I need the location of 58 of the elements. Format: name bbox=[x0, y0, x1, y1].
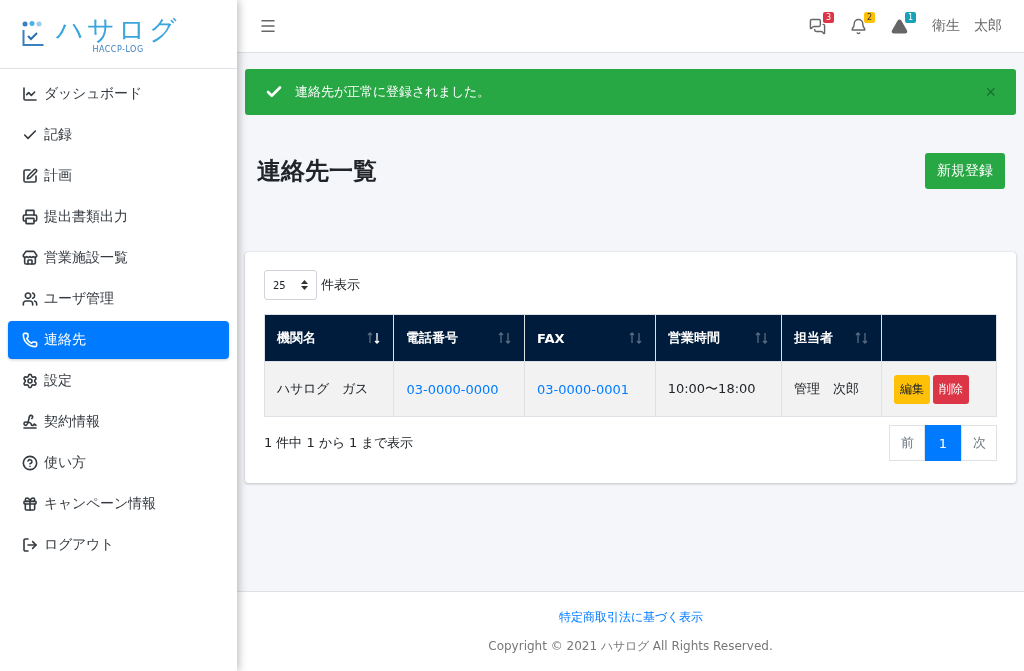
legal-link[interactable]: 特定商取引法に基づく表示 bbox=[558, 608, 703, 626]
user-name[interactable]: 衛生 太郎 bbox=[932, 17, 1002, 35]
count-badge: 3 bbox=[822, 11, 834, 23]
sidebar-item[interactable]: ユーザ管理 bbox=[8, 280, 229, 318]
table-info: 1 件中 1 から 1 まで表示 bbox=[264, 434, 414, 452]
store-icon bbox=[22, 250, 38, 266]
gift-icon bbox=[22, 496, 38, 512]
brand-subtitle: HACCP-LOG bbox=[92, 44, 144, 54]
table-cell: 10:00〜18:00 bbox=[655, 361, 782, 417]
column-header[interactable]: 営業時間 bbox=[655, 314, 782, 362]
sidebar-item[interactable]: ダッシュボード bbox=[8, 75, 229, 113]
chart-icon bbox=[22, 86, 38, 102]
sidebar-item[interactable]: 使い方 bbox=[8, 444, 229, 482]
page-link[interactable]: 1 bbox=[925, 425, 961, 461]
caret-icon bbox=[301, 280, 308, 290]
delete-button[interactable]: 削除 bbox=[933, 374, 970, 404]
bell-icon[interactable] bbox=[850, 17, 867, 35]
signature-icon bbox=[22, 414, 38, 430]
table-cell: 管理 次郎 bbox=[781, 361, 882, 417]
page-link[interactable]: 前 bbox=[889, 425, 925, 461]
table-cell: ハサログ ガス bbox=[264, 361, 394, 417]
chat-icon[interactable] bbox=[809, 17, 826, 35]
logout-icon bbox=[22, 537, 38, 553]
column-header[interactable]: 電話番号 bbox=[393, 314, 525, 362]
logo-icon bbox=[22, 21, 46, 47]
edit-icon bbox=[22, 168, 38, 184]
help-icon bbox=[22, 455, 38, 471]
sidebar-item[interactable]: ログアウト bbox=[8, 526, 229, 564]
column-header[interactable]: FAX bbox=[524, 314, 656, 362]
count-badge: 2 bbox=[863, 11, 875, 23]
column-header[interactable]: 機関名 bbox=[264, 314, 394, 362]
users-icon bbox=[22, 291, 38, 307]
phone-link[interactable]: 03-0000-0000 bbox=[406, 381, 499, 397]
settings-icon bbox=[22, 373, 38, 389]
alert-message: 連絡先が正常に登録されました。 bbox=[295, 83, 491, 101]
sidebar-item[interactable]: 記録 bbox=[8, 116, 229, 154]
column-header[interactable]: 担当者 bbox=[781, 314, 882, 362]
printer-icon bbox=[22, 209, 38, 225]
page-link[interactable]: 次 bbox=[961, 425, 997, 461]
edit-button[interactable]: 編集 bbox=[894, 374, 931, 404]
sidebar-item[interactable]: 計画 bbox=[8, 157, 229, 195]
page-title: 連絡先一覧 bbox=[257, 155, 377, 187]
menu-icon[interactable] bbox=[259, 17, 277, 35]
phone-icon bbox=[22, 332, 38, 348]
sidebar-item[interactable]: 提出書類出力 bbox=[8, 198, 229, 236]
warning-icon[interactable] bbox=[891, 17, 908, 35]
sidebar-item[interactable]: 契約情報 bbox=[8, 403, 229, 441]
phone-link[interactable]: 03-0000-0001 bbox=[537, 381, 630, 397]
count-badge: 1 bbox=[904, 11, 916, 23]
sidebar-item[interactable]: 連絡先 bbox=[8, 321, 229, 359]
sort-icon[interactable] bbox=[367, 332, 382, 344]
page-size-label: 件表示 bbox=[321, 276, 360, 294]
copyright: Copyright © 2021 ハサログ All Rights Reserved. bbox=[488, 637, 773, 655]
sidebar-item[interactable]: 営業施設一覧 bbox=[8, 239, 229, 277]
sidebar-item[interactable]: 設定 bbox=[8, 362, 229, 400]
page-size-select[interactable]: 25 bbox=[264, 270, 317, 300]
brand-name: ハサログ bbox=[56, 14, 180, 45]
sidebar-item[interactable]: キャンペーン情報 bbox=[8, 485, 229, 523]
